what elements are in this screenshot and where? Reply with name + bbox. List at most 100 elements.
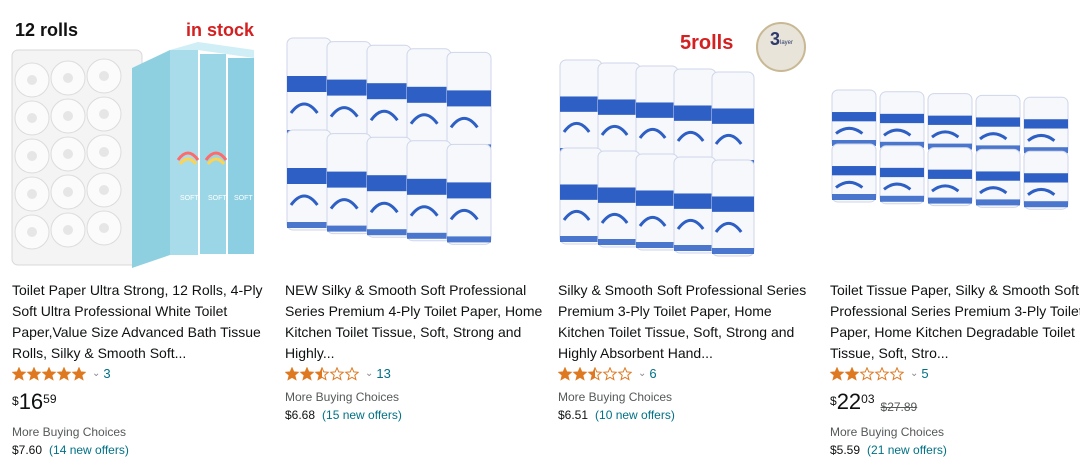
- rating-row[interactable]: ⌄ 5: [830, 366, 929, 381]
- offer-price: $6.68: [285, 408, 316, 422]
- star-icon: [71, 366, 86, 381]
- toilet-roll-icon: [879, 91, 925, 151]
- toilet-roll-icon: [879, 145, 925, 205]
- svg-text:SOFT: SOFT: [180, 195, 199, 202]
- image-caption-stock: in stock: [186, 20, 255, 40]
- toilet-roll-icon: [559, 147, 603, 245]
- toilet-roll-icon: [559, 59, 603, 157]
- more-buying-choices: $5.59 (21 new offers): [830, 443, 947, 457]
- offer-price: $6.51: [558, 408, 589, 422]
- more-buying-choices-label: More Buying Choices: [12, 425, 127, 439]
- chevron-down-icon[interactable]: ⌄: [910, 368, 918, 379]
- price-currency: $: [830, 394, 837, 408]
- price[interactable]: $ 22 03 $27.89: [830, 389, 918, 415]
- review-count[interactable]: 6: [649, 366, 656, 381]
- price[interactable]: $ 16 59: [12, 390, 57, 414]
- toilet-roll-icon: [597, 62, 641, 160]
- chevron-down-icon[interactable]: ⌄: [92, 368, 100, 379]
- product-image[interactable]: SOFT SOFT SOFT 12 rolls in stock: [10, 10, 272, 268]
- toilet-roll-icon: [406, 140, 452, 242]
- star-icon: [314, 366, 330, 381]
- toilet-roll-icon: [597, 150, 641, 248]
- star-icon: [299, 366, 315, 381]
- price-whole: 22: [836, 389, 862, 414]
- svg-text:SOFT: SOFT: [234, 195, 253, 202]
- star-icon: [285, 366, 300, 381]
- star-icon: [56, 366, 72, 381]
- list-price: $27.89: [880, 400, 918, 414]
- product-card[interactable]: NEW Silky & Smooth Soft Professional Ser…: [283, 0, 545, 470]
- rating-stars: [558, 366, 632, 381]
- offer-price: $5.59: [830, 443, 861, 457]
- image-caption-rolls: 12 rolls: [15, 20, 79, 40]
- layer-badge-text: layer: [780, 40, 794, 46]
- star-icon: [344, 366, 359, 381]
- toilet-roll-icon: [366, 44, 412, 146]
- product-title[interactable]: Toilet Paper Ultra Strong, 12 Rolls, 4-P…: [12, 280, 270, 364]
- toilet-roll-icon: [635, 65, 679, 163]
- toilet-roll-icon: [1023, 150, 1069, 210]
- toilet-roll-icon: [406, 48, 452, 150]
- layer-badge-icon: 3 layer: [756, 22, 806, 72]
- rating-stars: [285, 366, 359, 381]
- toilet-roll-icon: [831, 143, 877, 203]
- toilet-roll-icon: [711, 159, 755, 257]
- star-icon: [830, 366, 845, 381]
- toilet-roll-icon: [286, 129, 332, 231]
- more-buying-choices-label: More Buying Choices: [285, 390, 400, 404]
- toilet-roll-icon: [326, 41, 372, 143]
- toilet-roll-icon: [927, 93, 973, 153]
- new-offers-link[interactable]: (14 new offers): [49, 443, 129, 457]
- toilet-roll-icon: [975, 148, 1021, 208]
- star-rating-icons: [558, 366, 632, 381]
- rating-stars: [830, 366, 904, 381]
- star-icon: [889, 366, 904, 381]
- product-title[interactable]: Silky & Smooth Soft Professional Series …: [558, 280, 816, 364]
- product-title[interactable]: Toilet Tissue Paper, Silky & Smooth Soft…: [830, 280, 1080, 364]
- more-buying-choices: $7.60 (14 new offers): [12, 443, 129, 457]
- toilet-roll-icon: [635, 153, 679, 251]
- star-icon: [26, 366, 42, 381]
- new-offers-link[interactable]: (21 new offers): [867, 443, 947, 457]
- toilet-roll-icon: [711, 71, 755, 169]
- layer-badge-number: 3: [770, 29, 781, 49]
- more-buying-choices-label: More Buying Choices: [830, 425, 945, 439]
- product-image[interactable]: 5rolls 3 layer: [556, 10, 818, 268]
- rating-row[interactable]: ⌄ 13: [285, 366, 391, 381]
- star-icon: [329, 366, 345, 381]
- star-icon: [844, 366, 860, 381]
- product-image[interactable]: [283, 10, 545, 268]
- offer-price: $7.60: [12, 443, 43, 457]
- star-rating-icons: [285, 366, 359, 381]
- star-icon: [558, 366, 573, 381]
- price-currency: $: [12, 394, 19, 408]
- product-title[interactable]: NEW Silky & Smooth Soft Professional Ser…: [285, 280, 543, 364]
- star-rating-icons: [830, 366, 904, 381]
- star-icon: [587, 366, 603, 381]
- toilet-roll-icon: [673, 156, 717, 254]
- chevron-down-icon[interactable]: ⌄: [638, 368, 646, 379]
- star-icon: [41, 366, 57, 381]
- product-card[interactable]: 5rolls 3 layer Silky & Smooth Soft Profe…: [556, 0, 818, 470]
- review-count[interactable]: 5: [921, 366, 928, 381]
- rating-row[interactable]: ⌄ 6: [558, 366, 657, 381]
- svg-text:SOFT: SOFT: [208, 195, 227, 202]
- star-icon: [572, 366, 588, 381]
- review-count[interactable]: 13: [376, 366, 390, 381]
- toilet-roll-icon: [1023, 96, 1069, 156]
- toilet-roll-icon: [366, 136, 412, 238]
- toilet-roll-icon: [831, 89, 877, 149]
- toilet-roll-icon: [975, 94, 1021, 154]
- chevron-down-icon[interactable]: ⌄: [365, 368, 373, 379]
- rating-row[interactable]: ⌄ 3: [12, 366, 111, 381]
- product-card[interactable]: SOFT SOFT SOFT 12 rolls in stock Toilet …: [10, 0, 272, 470]
- product-card[interactable]: Toilet Tissue Paper, Silky & Smooth Soft…: [828, 0, 1080, 470]
- new-offers-link[interactable]: (15 new offers): [322, 408, 402, 422]
- price-fraction: 03: [861, 392, 875, 406]
- star-icon: [859, 366, 875, 381]
- star-icon: [12, 366, 27, 381]
- product-image[interactable]: [828, 10, 1080, 268]
- review-count[interactable]: 3: [103, 366, 110, 381]
- new-offers-link[interactable]: (10 new offers): [595, 408, 675, 422]
- more-buying-choices: $6.51 (10 new offers): [558, 408, 675, 422]
